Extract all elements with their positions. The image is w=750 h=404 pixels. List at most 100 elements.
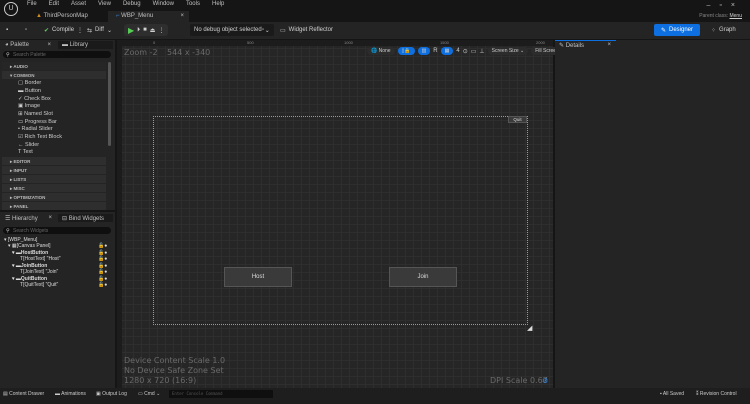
screen-size-dropdown[interactable]: Screen Size ⌄ bbox=[487, 47, 529, 55]
ue-logo[interactable]: U bbox=[4, 2, 18, 16]
category-input[interactable]: ▸ INPUT bbox=[2, 166, 106, 174]
category-lists[interactable]: ▸ LISTS bbox=[2, 175, 106, 183]
resize-handle-icon[interactable]: ◢ bbox=[527, 324, 532, 332]
close-icon[interactable]: × bbox=[47, 42, 51, 48]
minimize-icon[interactable]: – bbox=[707, 2, 720, 9]
save-button[interactable]: ▪ bbox=[6, 24, 8, 36]
debug-browse-icon[interactable]: ▫ bbox=[262, 24, 264, 36]
palette-item-named-slot[interactable]: ⊞ Named Slot bbox=[18, 111, 53, 117]
step-icon[interactable]: ⏵ bbox=[137, 27, 140, 34]
category-editor[interactable]: ▸ EDITOR bbox=[2, 157, 106, 165]
design-surface-bounds bbox=[153, 116, 528, 325]
graph-label: Graph bbox=[719, 27, 736, 33]
parent-class-link[interactable]: Menu bbox=[729, 13, 742, 19]
palette-item-border[interactable]: ▢ Border bbox=[18, 80, 41, 86]
more-icon[interactable]: ⋮ bbox=[158, 27, 164, 34]
tab-bind-widgets[interactable]: ⊟ Bind Widgets bbox=[58, 214, 113, 222]
revision-control-button[interactable]: ⁑ Revision Control bbox=[696, 391, 737, 397]
tab-palette[interactable]: ◕ Palette × bbox=[1, 41, 56, 49]
menu-tools[interactable]: Tools bbox=[186, 1, 200, 7]
details-panel bbox=[555, 40, 750, 388]
grid-toggle[interactable]: ▦ bbox=[440, 47, 454, 55]
stop-icon[interactable]: ■ bbox=[143, 27, 147, 33]
dpi-scale: DPI Scale 0.67 bbox=[490, 376, 548, 385]
host-button-preview[interactable]: Host bbox=[224, 267, 292, 287]
cmd-dropdown[interactable]: ▭ Cmd ⌄ bbox=[138, 391, 160, 397]
palette-search-input[interactable]: ⚲ Search Palette bbox=[3, 51, 111, 58]
designer-button[interactable]: ✎ Designer bbox=[654, 24, 700, 36]
palette-item-text[interactable]: T Text bbox=[18, 149, 33, 155]
grid-size[interactable]: 4 bbox=[456, 48, 459, 54]
tab-library[interactable]: ▬ Library bbox=[58, 41, 113, 49]
dpi-settings-icon[interactable]: ⚙ bbox=[542, 377, 548, 385]
restore-icon[interactable]: ▫ bbox=[719, 2, 730, 9]
palette-item-button[interactable]: ▬ Button bbox=[18, 88, 41, 94]
outline-icon[interactable]: ⊙ bbox=[463, 48, 468, 55]
widget-reflector-button[interactable]: ▭ Widget Reflector bbox=[280, 24, 333, 36]
tree-node-join-text[interactable]: T[JoinText] "Join" bbox=[20, 269, 58, 275]
tab-details[interactable]: ✎ Details × bbox=[555, 40, 616, 49]
menu-asset[interactable]: Asset bbox=[71, 1, 86, 7]
close-icon[interactable]: × bbox=[48, 215, 52, 221]
language-button[interactable]: 🌐 None bbox=[367, 47, 395, 55]
close-icon[interactable]: × bbox=[180, 13, 184, 19]
output-log-button[interactable]: ▣ Output Log bbox=[96, 391, 127, 397]
tab-label: WBP_Menu bbox=[121, 13, 154, 19]
category-audio[interactable]: ▸ AUDIO bbox=[2, 62, 106, 70]
category-panel[interactable]: ▸ PANEL bbox=[2, 202, 106, 210]
menu-edit[interactable]: Edit bbox=[49, 1, 59, 7]
more-icon[interactable]: ⋮ bbox=[77, 27, 83, 34]
tab-thirdpersonmap[interactable]: ▲ ThirdPersonMap bbox=[28, 11, 108, 22]
progress-icon: ▭ bbox=[18, 119, 25, 125]
tree-node-quit-text[interactable]: T[QuitText] "Quit" bbox=[20, 282, 58, 288]
resolution-info: 1280 x 720 (16:9) bbox=[124, 376, 197, 385]
border-icon: ▢ bbox=[18, 80, 25, 86]
play-icon[interactable]: ▶ bbox=[128, 26, 134, 35]
device-content-scale: Device Content Scale 1.0 bbox=[124, 356, 226, 365]
palette-item-check-box[interactable]: ✓ Check Box bbox=[18, 96, 51, 102]
ruler-icon[interactable]: ⊥ bbox=[479, 48, 484, 55]
menu-window[interactable]: Window bbox=[153, 1, 174, 7]
animations-button[interactable]: ▬ Animations bbox=[55, 391, 86, 397]
menu-debug[interactable]: Debug bbox=[123, 1, 141, 7]
respect-locks-toggle[interactable]: ▥ bbox=[417, 47, 431, 55]
menu-view[interactable]: View bbox=[98, 1, 111, 7]
category-optimization[interactable]: ▸ OPTIMIZATION bbox=[2, 193, 106, 201]
quit-button-preview[interactable]: Quit bbox=[508, 116, 527, 123]
console-input[interactable]: Enter Console Command bbox=[169, 390, 273, 398]
palette-item-image[interactable]: ▣ Image bbox=[18, 103, 40, 109]
browse-button[interactable]: ▫ bbox=[25, 24, 27, 36]
tab-hierarchy[interactable]: ☰ Hierarchy × bbox=[1, 214, 57, 222]
palette-item-slider[interactable]: ← Slider bbox=[18, 142, 39, 148]
palette-item-radial-slider[interactable]: • Radial Slider bbox=[18, 126, 53, 132]
menu-bar: File Edit Asset View Debug Window Tools … bbox=[27, 1, 236, 7]
r-toggle[interactable]: R bbox=[433, 48, 437, 54]
close-icon[interactable]: × bbox=[607, 42, 611, 48]
tab-label: ThirdPersonMap bbox=[43, 13, 88, 19]
eject-icon[interactable]: ⏏ bbox=[150, 27, 156, 34]
category-misc[interactable]: ▸ MISC bbox=[2, 184, 106, 192]
visibility-lock-icons[interactable]: 🔓● 🔓● 🔓● 🔓● 🔓● 🔓● 🔓● bbox=[98, 243, 107, 289]
graph-button[interactable]: ⁘ Graph bbox=[711, 24, 736, 36]
lock-toggle[interactable]: ▯🔒 bbox=[397, 47, 415, 55]
palette-scrollbar[interactable] bbox=[108, 62, 111, 146]
diff-button[interactable]: ⇆ Diff ⌄ bbox=[87, 24, 112, 36]
category-common[interactable]: ▾ COMMON bbox=[2, 71, 106, 79]
image-icon: ▣ bbox=[18, 103, 25, 109]
menu-help[interactable]: Help bbox=[212, 1, 224, 7]
join-button-preview[interactable]: Join bbox=[389, 267, 457, 287]
search-icon: ⚲ bbox=[6, 228, 10, 234]
compile-button[interactable]: ✔ Compile ⋮ bbox=[44, 24, 83, 36]
tab-wbp-menu[interactable]: ⌐ WBP_Menu × bbox=[108, 11, 189, 22]
tree-node-canvas-panel[interactable]: ▾ ▦[Canvas Panel] bbox=[8, 243, 51, 249]
close-window-icon[interactable]: × bbox=[731, 2, 744, 9]
all-saved-status[interactable]: ▪ All Saved bbox=[660, 391, 684, 397]
tree-node-host-text[interactable]: T[HostText] "Host" bbox=[20, 256, 61, 262]
content-drawer-button[interactable]: ▤ Content Drawer bbox=[3, 391, 44, 397]
palette-item-progress-bar[interactable]: ▭ Progress Bar bbox=[18, 119, 57, 125]
palette-item-rich-text-block[interactable]: ☑ Rich Text Block bbox=[18, 134, 62, 140]
designer-icon: ✎ bbox=[660, 27, 666, 34]
hierarchy-search-input[interactable]: ⚲ Search Widgets bbox=[3, 227, 111, 234]
image-icon[interactable]: ▭ bbox=[471, 48, 477, 55]
menu-file[interactable]: File bbox=[27, 1, 37, 7]
